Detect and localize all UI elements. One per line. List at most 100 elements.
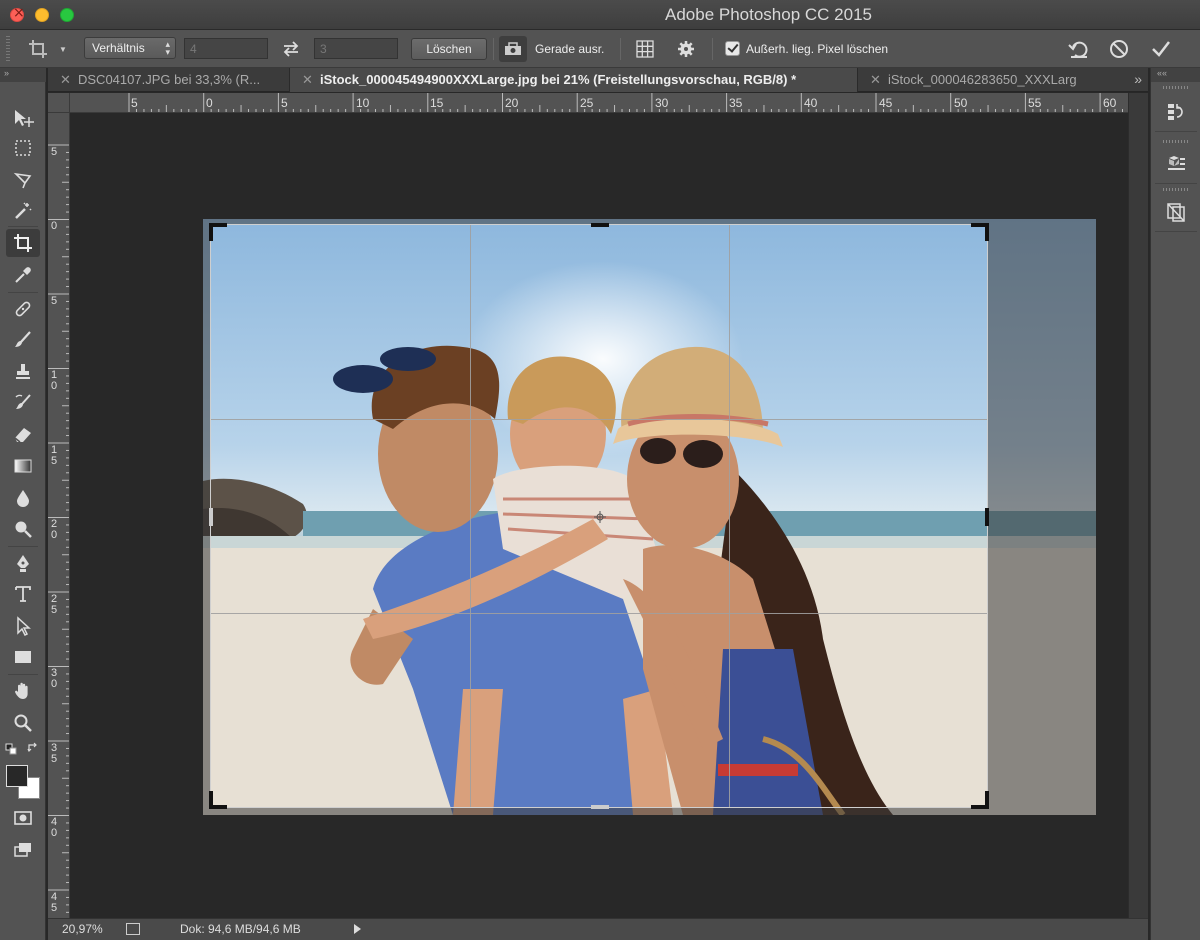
magic-wand-tool-icon[interactable] (6, 197, 40, 225)
tab-close-icon[interactable]: ✕ (60, 72, 71, 88)
straighten-label[interactable]: Gerade ausr. (535, 42, 604, 56)
default-colors-icon[interactable] (4, 743, 18, 755)
dodge-tool-icon[interactable] (6, 515, 40, 543)
ruler-label: 5 (51, 146, 58, 158)
tab-document-3[interactable]: ✕ iStock_000046283650_XXXLarg (858, 68, 1102, 92)
ruler-label: 0 (206, 96, 213, 110)
ratio-select[interactable]: Verhältnis ▴ ▾ (84, 37, 176, 59)
right-panel-dock: «« (1150, 68, 1200, 940)
title-bar: Adobe Photoshop CC 2015 (0, 0, 1200, 30)
delete-cropped-checkbox[interactable] (725, 41, 740, 56)
crop-handle-right[interactable] (985, 508, 989, 526)
crop-handle-bottom[interactable] (591, 805, 609, 809)
crop-preset-icon[interactable] (26, 38, 50, 60)
tools-panel: » (0, 68, 46, 940)
tab-close-icon[interactable]: ✕ (870, 72, 881, 88)
ruler-label: 5 (131, 96, 138, 110)
zoom-level[interactable]: 20,97% (62, 922, 103, 936)
tab-document-1[interactable]: ✕ DSC04107.JPG bei 33,3% (R... (48, 68, 290, 92)
tab-label: iStock_000045494900XXXLarge.jpg bei 21% … (320, 72, 797, 87)
share-icon[interactable] (126, 923, 140, 935)
crop-handle-bottom-left-v[interactable] (209, 791, 213, 809)
gradient-tool-icon[interactable] (6, 452, 40, 480)
brush-tool-icon[interactable] (6, 326, 40, 354)
commit-check-icon[interactable] (1148, 37, 1174, 61)
window-title: Adobe Photoshop CC 2015 (665, 5, 872, 24)
crop-handle-top-left-v[interactable] (209, 223, 213, 241)
swap-colors-icon[interactable] (26, 742, 40, 754)
ruler-label: 5 (51, 295, 58, 307)
ruler-label: 20 (51, 518, 58, 541)
healing-brush-tool-icon[interactable] (6, 295, 40, 323)
ruler-label: 5 (281, 96, 288, 110)
swap-arrows-icon[interactable] (280, 38, 302, 60)
zoom-tool-icon[interactable] (6, 709, 40, 737)
ruler-label: 25 (51, 593, 58, 616)
layer-comps-panel-icon[interactable] (1155, 192, 1197, 232)
reset-icon[interactable] (1066, 37, 1092, 61)
crop-handle-top[interactable] (591, 223, 609, 227)
crop-handle-top-right-v[interactable] (985, 223, 989, 241)
foreground-color-swatch[interactable] (6, 765, 28, 787)
ratio-width-input[interactable]: 4 (184, 38, 268, 59)
marquee-tool-icon[interactable] (6, 134, 40, 162)
ruler-label: 20 (505, 96, 519, 110)
crop-grid-line (470, 225, 471, 807)
crop-box[interactable] (209, 223, 989, 809)
ruler-label: 30 (51, 667, 58, 690)
tab-label: iStock_000046283650_XXXLarg (888, 72, 1077, 87)
window-minimize-button[interactable] (35, 8, 49, 22)
history-panel-icon[interactable] (1155, 92, 1197, 132)
horizontal-ruler[interactable]: 5 0 5 10 15 20 25 30 35 40 45 50 55 60 (70, 93, 1128, 113)
vertical-scrollbar[interactable] (1128, 93, 1148, 918)
screen-mode-icon[interactable] (6, 836, 40, 864)
delete-cropped-label[interactable]: Außerh. lieg. Pixel löschen (746, 42, 888, 56)
eyedropper-tool-icon[interactable] (6, 261, 40, 289)
move-tool-icon[interactable] (6, 104, 40, 132)
window-close-button[interactable] (10, 5, 25, 22)
straighten-icon[interactable] (499, 36, 527, 62)
cancel-icon[interactable] (1106, 37, 1132, 61)
gear-icon[interactable] (675, 38, 697, 60)
blur-tool-icon[interactable] (6, 484, 40, 512)
more-tabs-icon[interactable]: » (1134, 71, 1142, 87)
ruler-origin[interactable] (48, 93, 70, 113)
crop-tool-icon[interactable] (6, 229, 40, 257)
tab-document-2[interactable]: ✕ iStock_000045494900XXXLarge.jpg bei 21… (290, 68, 858, 92)
properties-panel-icon[interactable] (1155, 144, 1197, 184)
clear-button[interactable]: Löschen (411, 38, 487, 60)
crop-handle-left[interactable] (209, 508, 213, 526)
ruler-label: 15 (430, 96, 444, 110)
clone-stamp-tool-icon[interactable] (6, 358, 40, 386)
crop-grid-line (729, 225, 730, 807)
dock-collapse[interactable]: «« (1151, 68, 1200, 82)
ruler-label: 40 (51, 816, 58, 839)
status-menu-arrow-icon[interactable] (354, 924, 361, 934)
window-maximize-button[interactable] (60, 8, 74, 22)
lasso-tool-icon[interactable] (6, 166, 40, 194)
ruler-label: 15 (51, 444, 58, 467)
ruler-label: 35 (51, 742, 58, 765)
ruler-label: 10 (51, 369, 58, 392)
path-selection-tool-icon[interactable] (6, 612, 40, 640)
ruler-label: 0 (51, 220, 58, 232)
chevron-down-icon[interactable]: ▼ (58, 44, 68, 54)
hand-tool-icon[interactable] (6, 677, 40, 705)
ruler-label: 60 (1103, 96, 1117, 110)
tab-close-icon[interactable]: ✕ (302, 72, 313, 88)
tab-label: DSC04107.JPG bei 33,3% (R... (78, 72, 261, 87)
history-brush-tool-icon[interactable] (6, 389, 40, 417)
select-arrows-icon: ▴ ▾ (165, 39, 170, 57)
overlay-grid-icon[interactable] (634, 38, 656, 60)
ratio-height-input[interactable]: 3 (314, 38, 398, 59)
quick-mask-icon[interactable] (6, 804, 40, 832)
type-tool-icon[interactable] (6, 580, 40, 608)
crop-handle-bottom-right-v[interactable] (985, 791, 989, 809)
options-bar-grip[interactable] (6, 36, 10, 62)
pen-tool-icon[interactable] (6, 549, 40, 577)
rectangle-tool-icon[interactable] (6, 643, 40, 671)
vertical-ruler[interactable]: 5 0 5 10 15 20 25 30 35 40 45 (48, 113, 70, 918)
ruler-label: 35 (729, 96, 743, 110)
tools-panel-collapse[interactable]: » (0, 68, 46, 82)
eraser-tool-icon[interactable] (6, 421, 40, 449)
